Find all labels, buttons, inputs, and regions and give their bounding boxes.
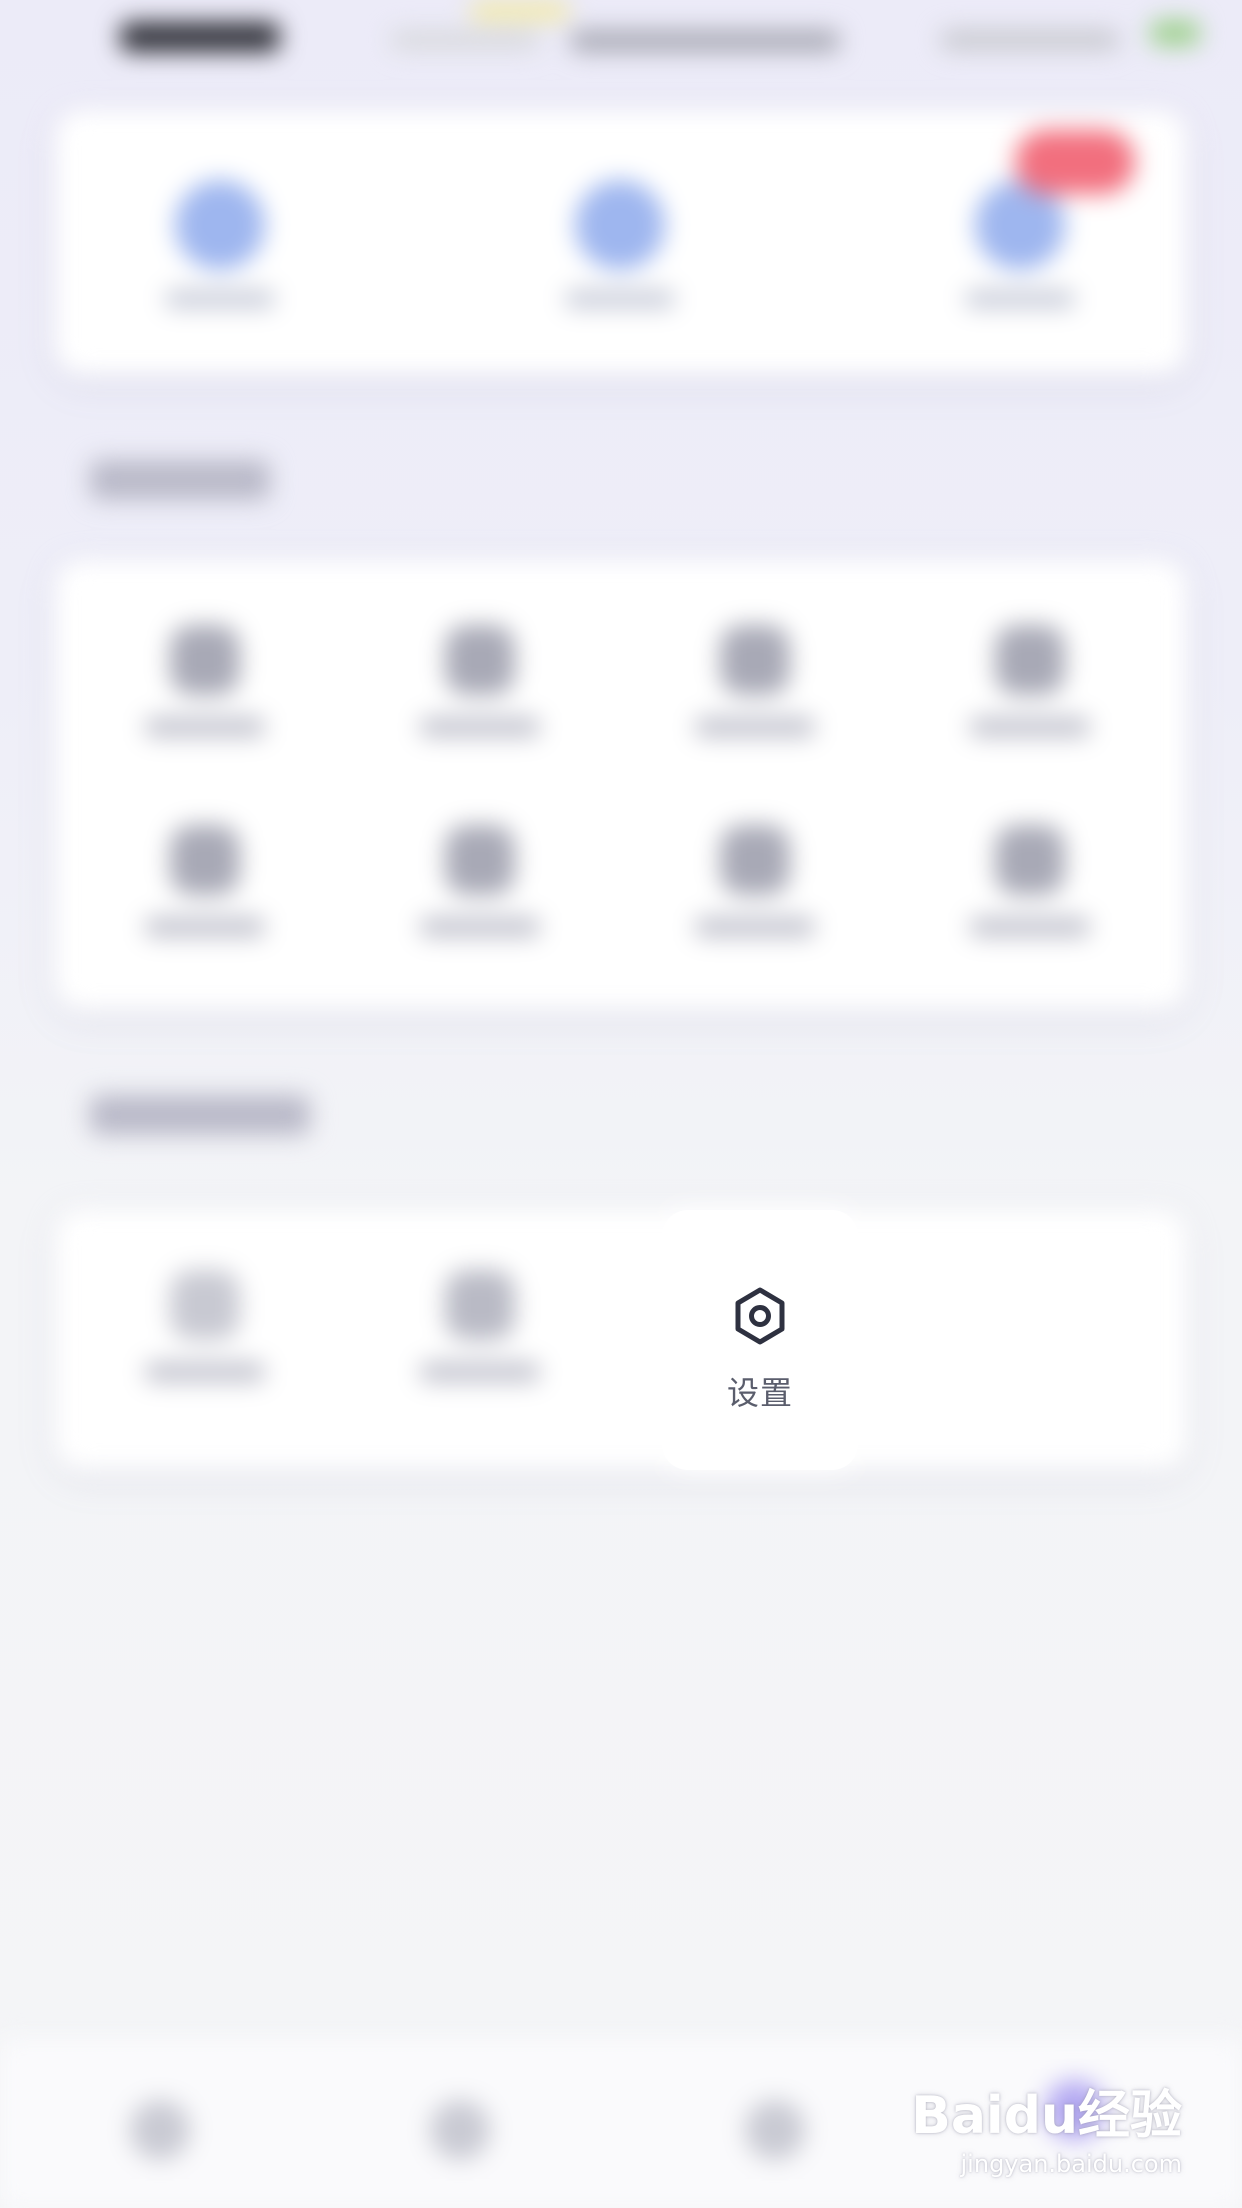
settings-button[interactable]: 设置 xyxy=(662,1210,858,1470)
grid-item-label xyxy=(970,917,1090,937)
grid-item[interactable] xyxy=(105,805,305,975)
grid-item-icon xyxy=(170,825,240,895)
tools-grid-card xyxy=(55,560,1187,1010)
status-bar xyxy=(0,0,1242,70)
section-title xyxy=(90,460,270,500)
grid-item[interactable] xyxy=(655,605,855,775)
status-time-block xyxy=(120,22,280,52)
settings-hexagon-icon xyxy=(735,1287,785,1345)
grid-item-label xyxy=(695,717,815,737)
grid-item-label xyxy=(420,717,540,737)
blurred-background xyxy=(0,0,1242,2208)
top-item-label xyxy=(565,290,675,308)
tab-item[interactable] xyxy=(130,2100,190,2160)
battery-block xyxy=(1150,20,1200,46)
top-item-icon xyxy=(575,180,665,270)
top-item-label xyxy=(965,290,1075,308)
grid-item-label xyxy=(970,717,1090,737)
grid-item[interactable] xyxy=(930,805,1130,975)
tab-item[interactable] xyxy=(745,2100,805,2160)
watermark-url: jingyan.baidu.com xyxy=(960,2150,1182,2178)
grid-item-icon xyxy=(170,1270,240,1340)
grid-item-icon xyxy=(445,1270,515,1340)
grid-item-icon xyxy=(170,625,240,695)
grid-item[interactable] xyxy=(105,1250,305,1420)
section-title xyxy=(90,1095,310,1135)
grid-item-label xyxy=(420,917,540,937)
grid-item[interactable] xyxy=(380,605,580,775)
grid-item-label xyxy=(145,917,265,937)
grid-item-icon xyxy=(720,625,790,695)
top-item-icon xyxy=(175,180,265,270)
grid-item-label xyxy=(420,1362,540,1382)
status-block xyxy=(940,30,1120,50)
status-block xyxy=(470,2,570,20)
top-item[interactable] xyxy=(505,110,745,310)
status-block xyxy=(390,30,540,50)
status-block xyxy=(570,30,840,52)
grid-item[interactable] xyxy=(655,805,855,975)
grid-item-icon xyxy=(720,825,790,895)
grid-item-icon xyxy=(995,825,1065,895)
grid-item-label xyxy=(695,917,815,937)
grid-item[interactable] xyxy=(105,605,305,775)
grid-item-label xyxy=(145,717,265,737)
grid-item-label xyxy=(145,1362,265,1382)
top-card xyxy=(55,110,1187,375)
grid-item-icon xyxy=(445,825,515,895)
more-services-card xyxy=(55,1210,1187,1470)
watermark-brand: Baidu经验 xyxy=(911,2086,1182,2146)
grid-item-icon xyxy=(995,625,1065,695)
grid-item[interactable] xyxy=(930,605,1130,775)
top-item[interactable] xyxy=(105,110,345,310)
screen: 设置 Baidu经验 jingyan.baidu.com xyxy=(0,0,1242,2208)
tab-item[interactable] xyxy=(430,2100,490,2160)
notification-badge xyxy=(1015,130,1135,194)
grid-item[interactable] xyxy=(380,805,580,975)
grid-item-icon xyxy=(445,625,515,695)
grid-item[interactable] xyxy=(380,1250,580,1420)
baidu-watermark: Baidu经验 jingyan.baidu.com xyxy=(911,2090,1182,2178)
settings-label: 设置 xyxy=(726,1374,793,1412)
top-item-label xyxy=(165,290,275,308)
